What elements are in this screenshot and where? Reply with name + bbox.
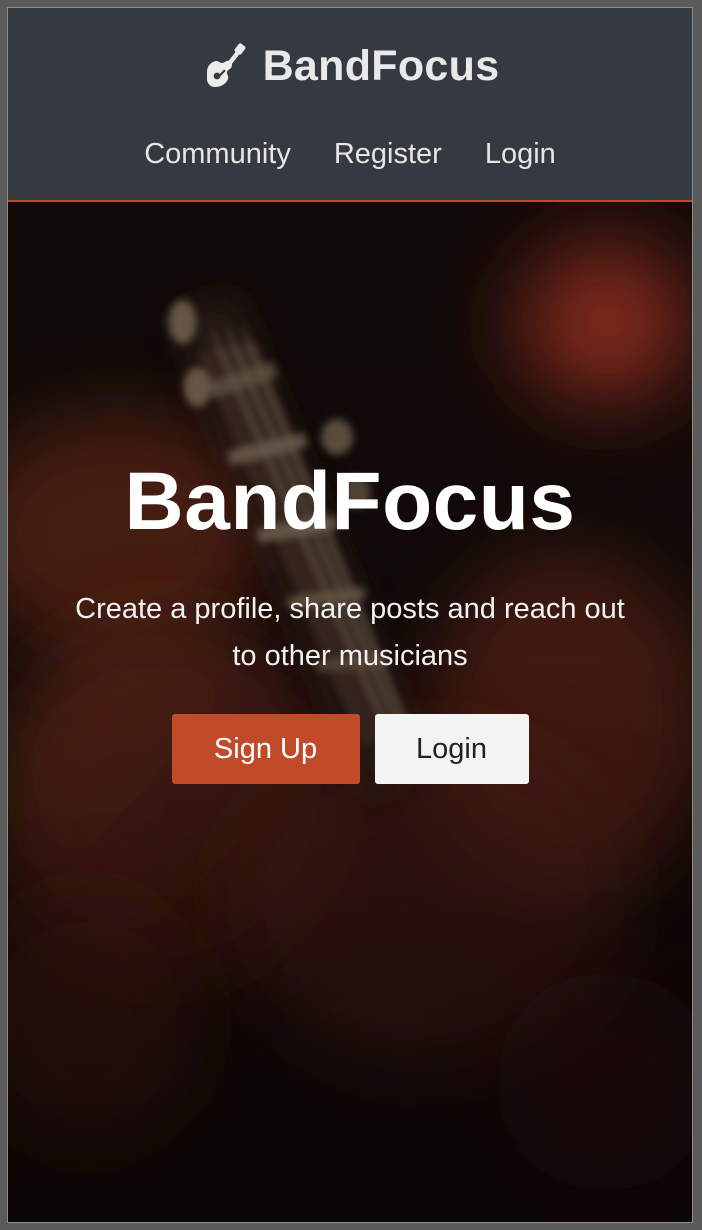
browser-viewport: BandFocus Community Register Login BandF… [7, 7, 693, 1223]
hero-overlay [8, 202, 692, 1222]
nav-link-login[interactable]: Login [485, 138, 556, 171]
hero-title: BandFocus [124, 456, 576, 547]
hero-subtitle: Create a profile, share posts and reach … [75, 593, 625, 672]
sign-up-button[interactable]: Sign Up [171, 714, 360, 784]
nav-link-register[interactable]: Register [334, 138, 442, 171]
nav-links: Community Register Login [8, 132, 692, 176]
nav-link-community[interactable]: Community [144, 138, 291, 171]
hero-section: BandFocus Create a profile, share posts … [8, 202, 692, 1222]
brand-link[interactable]: BandFocus [8, 38, 692, 94]
login-button[interactable]: Login [374, 714, 529, 784]
hero-buttons: Sign Up Login [8, 714, 692, 784]
guitar-icon [206, 43, 246, 87]
brand-name: BandFocus [262, 41, 500, 90]
top-navbar: BandFocus Community Register Login [8, 8, 692, 202]
